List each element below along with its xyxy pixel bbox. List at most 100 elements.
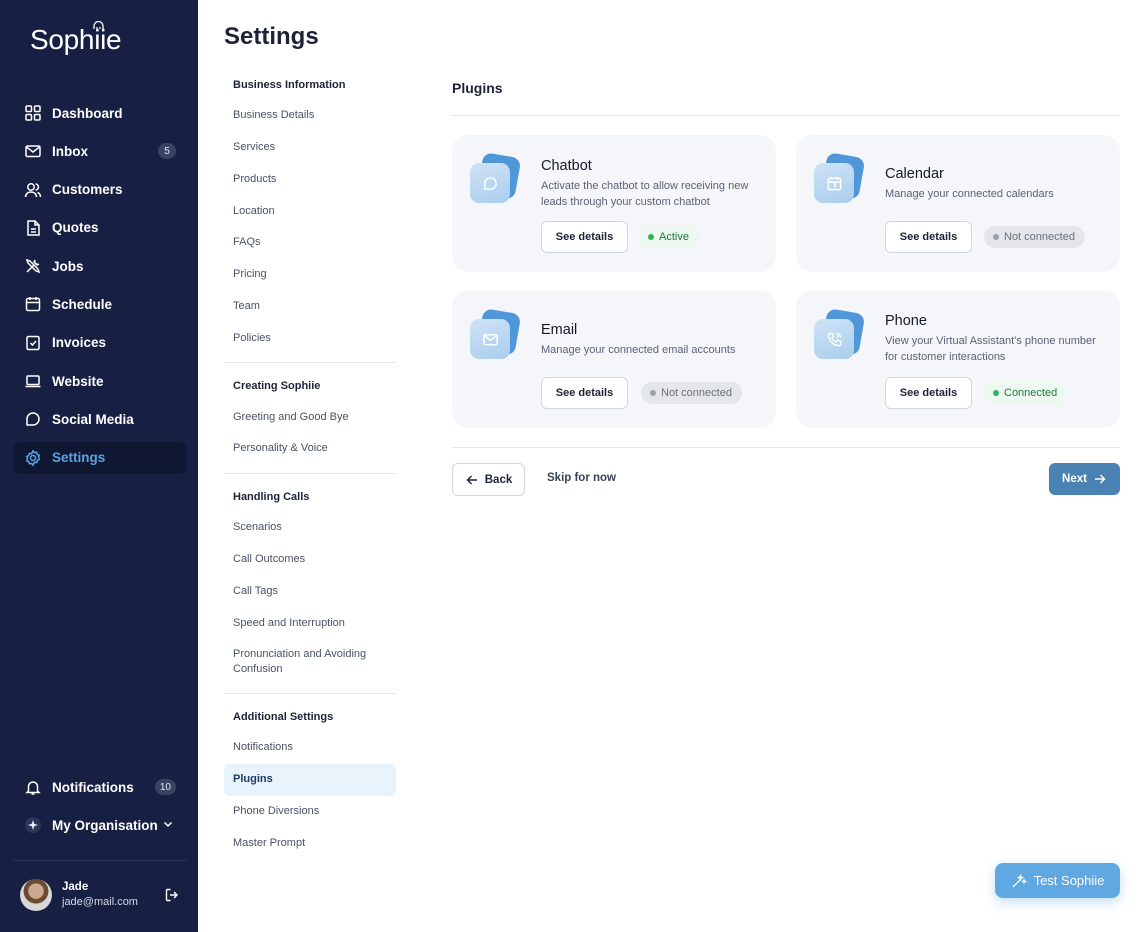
plugin-card-chatbot: Chatbot Activate the chatbot to allow re… — [452, 135, 776, 272]
inbox-count-badge: 5 — [158, 143, 176, 160]
submenu-item-products[interactable]: Products — [224, 164, 396, 196]
bell-icon — [24, 778, 42, 796]
submenu-heading: Creating Sophiie — [233, 380, 321, 393]
submenu-heading: Additional Settings — [233, 711, 334, 724]
submenu-item-services[interactable]: Services — [224, 132, 396, 164]
plugin-description: Manage your connected email accounts — [541, 344, 736, 356]
submenu-group: Creating Sophiie Greeting and Good Bye P… — [224, 371, 396, 474]
nav-invoices[interactable]: Invoices — [14, 327, 186, 359]
nav-quotes[interactable]: Quotes — [14, 212, 186, 244]
document-icon — [24, 219, 42, 237]
section-divider — [452, 115, 1120, 116]
nav-website[interactable]: Website — [14, 365, 186, 397]
chat-icon — [24, 410, 42, 428]
status-badge: Active — [639, 226, 699, 248]
arrow-right-icon — [1094, 474, 1106, 484]
calendar-art — [814, 152, 866, 203]
submenu-group: Business Information Business Details Se… — [224, 70, 396, 364]
nav-label: My Organisation — [52, 817, 158, 833]
plugin-description: Manage your connected calendars — [885, 188, 1054, 200]
test-sophiie-button[interactable]: Test Sophiie — [995, 863, 1120, 898]
nav-label: Quotes — [52, 220, 99, 236]
plugin-card-email: Email Manage your connected email accoun… — [452, 291, 776, 428]
mail-icon — [24, 142, 42, 160]
submenu-item-policies[interactable]: Policies — [224, 323, 396, 355]
submenu-group: Handling Calls Scenarios Call Outcomes C… — [224, 482, 396, 695]
sparkle-icon — [24, 816, 42, 834]
submenu-item-team[interactable]: Team — [224, 291, 396, 323]
see-details-button[interactable]: See details — [885, 221, 972, 253]
nav-customers[interactable]: Customers — [14, 174, 186, 206]
submenu-item-greeting[interactable]: Greeting and Good Bye — [224, 401, 396, 433]
user-name: Jade — [62, 881, 89, 893]
next-button[interactable]: Next — [1049, 463, 1120, 495]
logout-icon[interactable] — [164, 887, 180, 903]
submenu-item-plugins[interactable]: Plugins — [224, 763, 396, 796]
mail-icon — [482, 333, 498, 345]
app-logo[interactable]: Sophiie — [30, 21, 122, 56]
submenu-item-pronunciation[interactable]: Pronunciation and Avoiding Confusion — [224, 639, 396, 685]
nav-label: Customers — [52, 182, 123, 198]
calendar-icon — [24, 295, 42, 313]
nav-label: Schedule — [52, 296, 113, 312]
submenu-item-personality-voice[interactable]: Personality & Voice — [224, 433, 396, 465]
nav-jobs[interactable]: Jobs — [14, 250, 186, 282]
skip-link[interactable]: Skip for now — [547, 472, 616, 484]
see-details-button[interactable]: See details — [541, 377, 628, 409]
nav-label: Dashboard — [52, 105, 123, 121]
footer-divider — [452, 447, 1120, 448]
gear-icon — [24, 449, 42, 467]
plugin-title: Chatbot — [541, 158, 592, 174]
submenu-item-master-prompt[interactable]: Master Prompt — [224, 828, 396, 860]
grid-icon — [24, 104, 42, 122]
nav-dashboard[interactable]: Dashboard — [14, 97, 186, 129]
submenu-item-location[interactable]: Location — [224, 195, 396, 227]
submenu-item-call-tags[interactable]: Call Tags — [224, 576, 396, 608]
section-title: Plugins — [452, 80, 503, 96]
see-details-button[interactable]: See details — [885, 377, 972, 409]
nav-label: Inbox — [52, 143, 88, 159]
see-details-button[interactable]: See details — [541, 221, 628, 253]
user-profile[interactable]: Jade jade@mail.com — [20, 878, 186, 912]
logo-wave-icon — [93, 21, 104, 29]
nav-label: Jobs — [52, 258, 84, 274]
submenu-item-pricing[interactable]: Pricing — [224, 259, 396, 291]
calendar-icon — [827, 176, 841, 190]
email-art — [470, 308, 522, 359]
main-nav: Dashboard Inbox 5 Customers Quotes Jobs … — [14, 97, 186, 480]
phone-art — [814, 308, 866, 359]
nav-schedule[interactable]: Schedule — [14, 288, 186, 320]
status-badge: Not connected — [641, 382, 742, 404]
plugin-card-phone: Phone View your Virtual Assistant's phon… — [796, 291, 1120, 428]
submenu-item-phone-diversions[interactable]: Phone Diversions — [224, 796, 396, 828]
nav-settings[interactable]: Settings — [14, 441, 186, 474]
submenu-group: Additional Settings Notifications Plugin… — [224, 702, 396, 867]
submenu-item-faqs[interactable]: FAQs — [224, 227, 396, 259]
page-title: Settings — [224, 23, 319, 50]
plugin-description: Activate the chatbot to allow receiving … — [541, 180, 749, 208]
chat-icon — [483, 176, 497, 190]
submenu-item-notifications[interactable]: Notifications — [224, 732, 396, 764]
nav-label: Social Media — [52, 411, 134, 427]
avatar — [20, 879, 52, 911]
nav-notifications[interactable]: Notifications 10 — [14, 771, 186, 803]
sidebar: Sophiie Dashboard Inbox 5 Customers Quot… — [0, 0, 198, 932]
plugin-description: View your Virtual Assistant's phone numb… — [885, 335, 1096, 363]
nav-label: Settings — [52, 450, 106, 466]
submenu-item-business-details[interactable]: Business Details — [224, 100, 396, 132]
nav-inbox[interactable]: Inbox 5 — [14, 135, 186, 167]
settings-submenu: Business Information Business Details Se… — [224, 70, 396, 875]
back-button[interactable]: Back — [452, 463, 525, 496]
submenu-item-call-outcomes[interactable]: Call Outcomes — [224, 544, 396, 576]
nav-my-organisation[interactable]: My Organisation — [14, 809, 186, 841]
next-label: Next — [1062, 473, 1087, 485]
user-info: Jade jade@mail.com — [62, 880, 138, 910]
submenu-item-speed-interruption[interactable]: Speed and Interruption — [224, 607, 396, 639]
submenu-item-scenarios[interactable]: Scenarios — [224, 512, 396, 544]
status-badge: Not connected — [984, 226, 1085, 248]
magic-wand-icon — [1012, 873, 1027, 887]
bottom-nav: Notifications 10 My Organisation — [14, 771, 186, 847]
nav-social-media[interactable]: Social Media — [14, 403, 186, 435]
users-icon — [24, 181, 42, 199]
chatbot-art — [470, 152, 522, 203]
